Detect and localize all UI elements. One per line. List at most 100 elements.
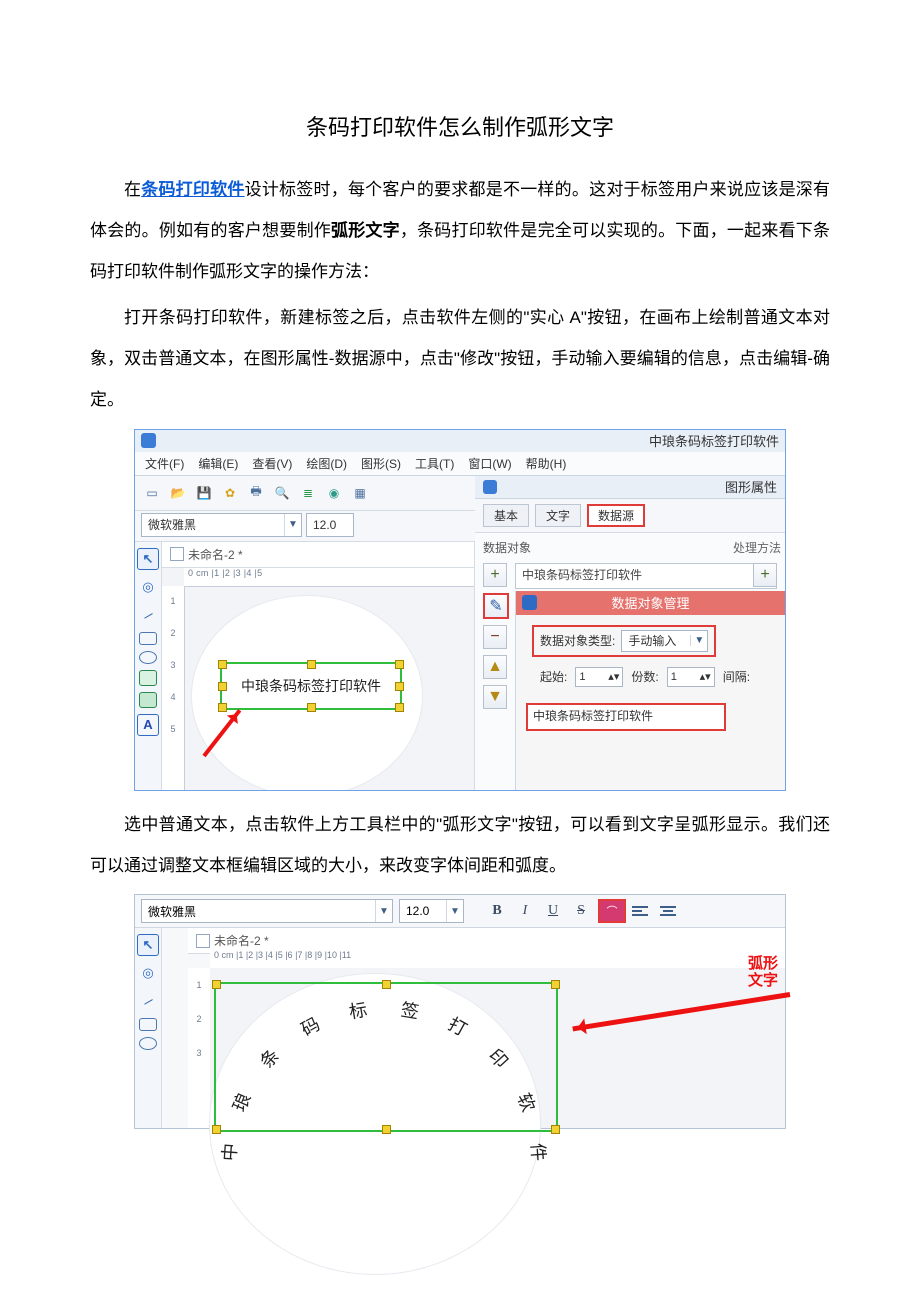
dialog-icon xyxy=(522,595,537,610)
link-barcode-software[interactable]: 条码打印软件 xyxy=(141,180,244,199)
ellipse-tool-icon[interactable] xyxy=(139,1037,157,1050)
font-size-combo[interactable]: 12.0 xyxy=(306,513,354,537)
print-icon[interactable]: 🖶 xyxy=(247,484,265,502)
zoom-icon[interactable]: 🔍 xyxy=(273,484,291,502)
rect-tool-icon[interactable] xyxy=(139,1018,157,1031)
properties-panel: 图形属性 基本 文字 数据源 数据对象 处理方法 中琅条码标签打印软件 + + … xyxy=(475,476,785,790)
gap-label: 间隔: xyxy=(723,668,750,685)
arc-text-button[interactable]: ⌒ xyxy=(598,899,626,923)
font-name-combo[interactable]: 微软雅黑 ▼ xyxy=(141,513,302,537)
count-spinner[interactable]: 1▴▾ xyxy=(667,667,715,687)
globe-icon[interactable]: ◉ xyxy=(325,484,343,502)
menu-bar: 文件(F) 编辑(E) 查看(V) 绘图(D) 图形(S) 工具(T) 窗口(W… xyxy=(135,452,785,476)
manual-input-field[interactable]: 中琅条码标签打印软件 xyxy=(526,703,726,731)
bold-button[interactable]: B xyxy=(486,901,508,921)
v-ruler-2: 1 2 3 xyxy=(188,968,211,1128)
data-object-dialog: 数据对象管理 数据对象类型: 手动输入 ▼ 起始: 1▴▾ xyxy=(515,591,785,790)
menu-shape[interactable]: 图形(S) xyxy=(361,455,401,472)
text-tool-icon[interactable]: A xyxy=(137,714,159,736)
document-tab[interactable]: 未命名-2 * xyxy=(162,542,474,568)
menu-draw[interactable]: 绘图(D) xyxy=(306,455,347,472)
grid-icon[interactable]: ▦ xyxy=(351,484,369,502)
panel-icon xyxy=(483,480,497,494)
tab-basic[interactable]: 基本 xyxy=(483,504,529,527)
ellipse-tool-icon[interactable] xyxy=(139,651,157,664)
underline-button[interactable]: U xyxy=(542,901,564,921)
doc-icon xyxy=(170,547,184,561)
align-center-button[interactable] xyxy=(658,901,678,921)
line-tool-icon[interactable]: ─ xyxy=(133,600,163,630)
app-icon xyxy=(141,433,156,448)
data-object-label: 数据对象 xyxy=(483,541,531,555)
remove-button[interactable]: − xyxy=(483,625,507,649)
h-ruler-2: 0 cm |1 |2 |3 |4 |5 |6 |7 |8 |9 |10 |11 xyxy=(210,950,785,969)
chevron-down-icon: ▼ xyxy=(375,900,392,922)
h-ruler: 0 cm |1 |2 |3 |4 |5 xyxy=(184,568,474,587)
tab-datasource[interactable]: 数据源 xyxy=(587,504,645,527)
globe-tool-icon[interactable]: ◎ xyxy=(137,576,159,598)
properties-tabs: 基本 文字 数据源 xyxy=(475,499,785,533)
bold-arc-text: 弧形文字 xyxy=(331,221,400,240)
italic-button[interactable]: I xyxy=(514,901,536,921)
move-up-button[interactable]: ▲ xyxy=(483,655,507,679)
open-icon[interactable]: 📂 xyxy=(169,484,187,502)
align-left-button[interactable] xyxy=(632,901,652,921)
v-ruler: 1 2 3 4 5 xyxy=(162,586,185,790)
process-method-label: 处理方法 xyxy=(733,539,781,556)
data-type-combo[interactable]: 手动输入 ▼ xyxy=(621,630,708,652)
line-tool-icon[interactable]: ─ xyxy=(133,986,163,1016)
font-name-combo-2[interactable]: 微软雅黑 ▼ xyxy=(141,899,393,923)
data-entry-field[interactable]: 中琅条码标签打印软件 xyxy=(515,563,777,589)
screenshot-2: 微软雅黑 ▼ 12.0 ▼ B I U S ⌒ ↖ ◎ ─ xyxy=(134,894,786,1129)
window-titlebar: 中琅条码标签打印软件 xyxy=(135,430,785,452)
selected-arc-text[interactable] xyxy=(214,982,558,1132)
selected-text-object[interactable]: 中琅条码标签打印软件 xyxy=(220,662,402,710)
image-tool-icon[interactable] xyxy=(139,670,157,686)
menu-window[interactable]: 窗口(W) xyxy=(468,455,511,472)
canvas-area: 未命名-2 * 0 cm |1 |2 |3 |4 |5 1 2 3 4 5 xyxy=(162,542,475,790)
image2-tool-icon[interactable] xyxy=(139,692,157,708)
tab-text[interactable]: 文字 xyxy=(535,504,581,527)
canvas-area-2: 未命名-2 * 0 cm |1 |2 |3 |4 |5 |6 |7 |8 |9 … xyxy=(162,928,785,1128)
chevron-down-icon: ▼ xyxy=(446,900,463,922)
paragraph-1: 在条码打印软件设计标签时，每个客户的要求都是不一样的。这对于标签用户来说应该是深… xyxy=(90,170,830,292)
select-tool-icon[interactable]: ↖ xyxy=(137,548,159,570)
add-button[interactable]: + xyxy=(483,563,507,587)
side-toolbar: ↖ ◎ ─ A xyxy=(135,542,162,790)
count-label: 份数: xyxy=(631,668,658,685)
font-size-combo-2[interactable]: 12.0 ▼ xyxy=(399,899,464,923)
menu-help[interactable]: 帮助(H) xyxy=(526,455,567,472)
doc-title: 条码打印软件怎么制作弧形文字 xyxy=(90,110,830,142)
start-spinner[interactable]: 1▴▾ xyxy=(575,667,623,687)
chevron-down-icon: ▼ xyxy=(284,514,301,536)
globe-tool-icon[interactable]: ◎ xyxy=(137,962,159,984)
dialog-title: 数据对象管理 xyxy=(611,593,689,612)
data-type-label: 数据对象类型: xyxy=(540,632,615,649)
screenshot-1: 中琅条码标签打印软件 文件(F) 编辑(E) 查看(V) 绘图(D) 图形(S)… xyxy=(134,429,786,791)
gear-icon[interactable]: ✿ xyxy=(221,484,239,502)
save-icon[interactable]: 💾 xyxy=(195,484,213,502)
paragraph-3: 选中普通文本，点击软件上方工具栏中的"弧形文字"按钮，可以看到文字呈弧形显示。我… xyxy=(90,805,830,887)
paragraph-2: 打开条码打印软件，新建标签之后，点击软件左侧的"实心 A"按钮，在画布上绘制普通… xyxy=(90,298,830,420)
main-toolbar: ▭ 📂 💾 ✿ 🖶 🔍 ≣ ◉ ▦ xyxy=(135,476,475,511)
edit-button[interactable]: ✎ xyxy=(483,593,509,619)
annotation-arrow-2 xyxy=(572,992,790,1031)
app-title: 中琅条码标签打印软件 xyxy=(649,431,779,450)
add-proc-button[interactable]: + xyxy=(753,563,777,587)
menu-tool[interactable]: 工具(T) xyxy=(415,455,454,472)
strike-button[interactable]: S xyxy=(570,901,592,921)
new-icon[interactable]: ▭ xyxy=(143,484,161,502)
doc-icon xyxy=(196,934,210,948)
start-label: 起始: xyxy=(540,668,567,685)
move-down-button[interactable]: ▼ xyxy=(483,685,507,709)
chevron-down-icon: ▼ xyxy=(690,635,707,646)
menu-view[interactable]: 查看(V) xyxy=(252,455,292,472)
menu-edit[interactable]: 编辑(E) xyxy=(198,455,238,472)
side-toolbar-2: ↖ ◎ ─ xyxy=(135,928,162,1128)
db-icon[interactable]: ≣ xyxy=(299,484,317,502)
arc-label: 弧形文字 xyxy=(745,956,781,989)
rect-tool-icon[interactable] xyxy=(139,632,157,645)
select-tool-icon[interactable]: ↖ xyxy=(137,934,159,956)
menu-file[interactable]: 文件(F) xyxy=(145,455,184,472)
properties-title: 图形属性 xyxy=(725,477,777,496)
